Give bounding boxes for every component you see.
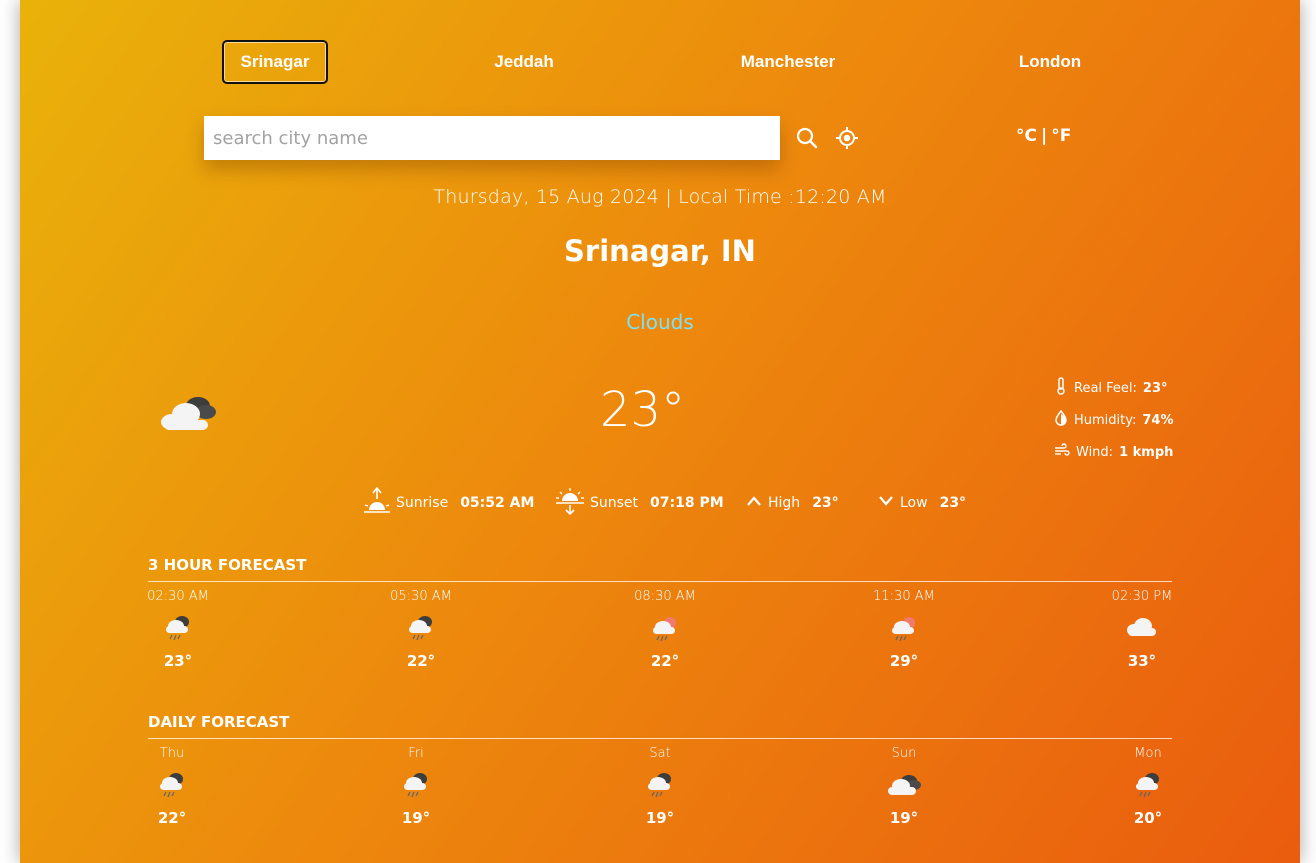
- sunset-value: 07:18 PM: [650, 495, 724, 511]
- daily-forecast-label: Fri: [408, 746, 424, 761]
- low-item: Low 23°: [878, 488, 966, 518]
- hourly-forecast-item: 08:30 AM 22°: [620, 589, 710, 670]
- humidity-row: Humidity: 74%: [1054, 404, 1174, 436]
- hourly-forecast-label: 08:30 AM: [634, 589, 696, 604]
- cloud-rain-icon: [127, 771, 217, 805]
- celsius-button[interactable]: °C: [1016, 126, 1037, 146]
- hourly-forecast-item: 05:30 AM 22°: [376, 589, 466, 670]
- hourly-forecast-label: 11:30 AM: [873, 589, 935, 604]
- sun-temps-row: Sunrise 05:52 AM Sunset 07:18 PM High 23…: [20, 486, 1300, 520]
- high-value: 23°: [812, 495, 839, 511]
- daily-forecast-temp: 19°: [401, 809, 431, 827]
- real-feel-label: Real Feel:: [1074, 380, 1137, 396]
- real-feel-row: Real Feel: 23°: [1054, 372, 1174, 404]
- sunset-item: Sunset 07:18 PM: [556, 488, 724, 518]
- daily-forecast-temp: 20°: [1133, 809, 1163, 827]
- unit-toggle: °C | °F: [1016, 126, 1071, 146]
- wind-icon: [1054, 443, 1070, 461]
- daily-forecast-item: Mon 20°: [1103, 746, 1193, 827]
- location-icon[interactable]: [836, 127, 858, 153]
- current-temperature: 23°: [600, 382, 686, 438]
- sunrise-item: Sunrise 05:52 AM: [364, 486, 535, 519]
- cloud-rain-icon: [1103, 771, 1193, 805]
- wind-row: Wind: 1 kmph: [1054, 436, 1174, 468]
- chevron-down-icon: [878, 495, 894, 511]
- sunrise-icon: [364, 486, 390, 519]
- high-item: High 23°: [746, 488, 839, 518]
- city-shortcuts: Srinagar Jeddah Manchester London: [20, 0, 1300, 124]
- cloud-rain-icon: [371, 771, 461, 805]
- search-input[interactable]: [204, 116, 780, 160]
- chevron-up-icon: [746, 495, 762, 511]
- hourly-forecast-temp: 29°: [889, 652, 919, 670]
- hourly-forecast-label: 02:30 AM: [147, 589, 209, 604]
- hourly-forecast-item: 11:30 AM 29°: [859, 589, 949, 670]
- hourly-divider: [148, 581, 1172, 582]
- hourly-forecast-temp: 33°: [1127, 652, 1157, 670]
- local-datetime: Thursday, 15 Aug 2024 | Local Time :12:2…: [433, 186, 887, 208]
- fahrenheit-button[interactable]: °F: [1051, 126, 1071, 146]
- cloud-rain-icon: [376, 614, 466, 648]
- city-button-srinagar[interactable]: Srinagar: [222, 40, 328, 84]
- daily-forecast-label: Sun: [891, 746, 917, 761]
- cloud-icon: [1097, 614, 1187, 648]
- daily-divider: [148, 738, 1172, 739]
- daily-forecast-temp: 22°: [157, 809, 187, 827]
- cloud-rain-icon: [133, 614, 223, 648]
- humidity-label: Humidity:: [1074, 412, 1137, 428]
- cloud-rain-icon: [615, 771, 705, 805]
- hourly-forecast-label: 05:30 AM: [390, 589, 452, 604]
- low-value: 23°: [939, 495, 967, 511]
- city-button-manchester[interactable]: Manchester: [720, 40, 856, 84]
- cloud-sun-rain-icon: [859, 614, 949, 648]
- daily-forecast-item: Fri 19°: [371, 746, 461, 827]
- daily-forecast-item: Thu 22°: [127, 746, 217, 827]
- search-icon[interactable]: [796, 127, 818, 153]
- daily-forecast-temp: 19°: [889, 809, 919, 827]
- real-feel-value: 23°: [1142, 380, 1168, 396]
- weather-condition: Clouds: [626, 310, 694, 334]
- daily-forecast-label: Thu: [159, 746, 185, 761]
- hourly-forecast-temp: 22°: [650, 652, 680, 670]
- unit-separator: |: [1040, 126, 1048, 146]
- wind-value: 1 kmph: [1119, 444, 1174, 460]
- droplet-icon: [1054, 409, 1068, 430]
- clouds-icon: [158, 386, 220, 440]
- daily-forecast-item: Sun 19°: [859, 746, 949, 827]
- thermometer-icon: [1054, 377, 1068, 399]
- city-button-jeddah[interactable]: Jeddah: [468, 40, 580, 84]
- daily-forecast-item: Sat 19°: [615, 746, 705, 827]
- weather-app: Srinagar Jeddah Manchester London °C | °…: [20, 0, 1300, 863]
- sunset-label: Sunset: [590, 495, 639, 511]
- weather-details: Real Feel: 23° Humidity: 74% Wind: 1 kmp…: [1054, 372, 1174, 468]
- low-label: Low: [900, 495, 928, 511]
- clouds-icon: [859, 771, 949, 805]
- cloud-sun-rain-icon: [620, 614, 710, 648]
- sunrise-value: 05:52 AM: [460, 495, 535, 511]
- hourly-forecast-temp: 23°: [163, 652, 193, 670]
- wind-label: Wind:: [1076, 444, 1114, 460]
- hourly-forecast-title: 3 hour forecast: [148, 556, 307, 574]
- hourly-forecast-temp: 22°: [406, 652, 436, 670]
- sunset-icon: [556, 487, 584, 519]
- city-button-london[interactable]: London: [1000, 40, 1100, 84]
- humidity-value: 74%: [1142, 412, 1174, 428]
- daily-forecast-label: Mon: [1134, 746, 1162, 761]
- daily-forecast-temp: 19°: [645, 809, 675, 827]
- hourly-forecast-item: 02:30 AM 23°: [133, 589, 223, 670]
- hourly-forecast-label: 02:30 PM: [1111, 589, 1173, 604]
- hourly-forecast-item: 02:30 PM 33°: [1097, 589, 1187, 670]
- high-label: High: [768, 495, 801, 511]
- daily-forecast-title: daily forecast: [148, 713, 290, 731]
- daily-forecast-label: Sat: [649, 746, 671, 761]
- sunrise-label: Sunrise: [396, 495, 449, 511]
- location-title: Srinagar, IN: [564, 234, 756, 268]
